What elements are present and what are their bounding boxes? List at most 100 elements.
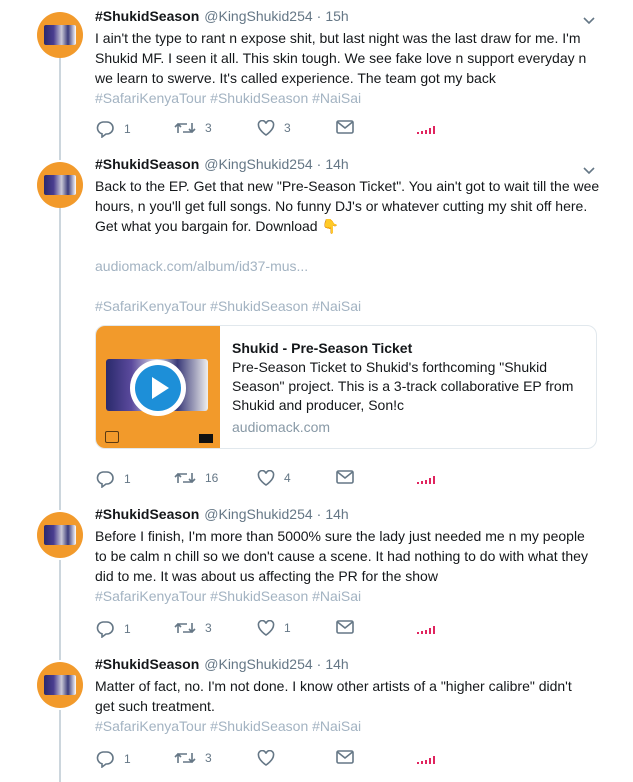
like-button[interactable] — [257, 750, 284, 766]
user-handle[interactable]: @KingShukid254 — [204, 156, 312, 172]
hashtags[interactable]: #SafariKenyaTour #ShukidSeason #NaiSai — [95, 716, 600, 736]
tweet-text-line: Back to the EP. Get that new "Pre-Season… — [95, 178, 600, 194]
timestamp[interactable]: 15h — [325, 8, 348, 24]
tweet-text: Matter of fact, no. I'm not done. I know… — [95, 676, 600, 716]
timestamp[interactable]: 14h — [325, 506, 348, 522]
thread-line — [59, 208, 61, 510]
retweet-button[interactable]: 3 — [174, 120, 212, 136]
tweet-header: #ShukidSeason @KingShukid254 · 14h — [95, 506, 600, 526]
card-description-line: Pre-Season Ticket to Shukid's forthcomin… — [232, 359, 548, 375]
display-name[interactable]: #ShukidSeason — [95, 8, 199, 24]
tweet-link[interactable]: audiomack.com/album/id37-mus... — [95, 256, 600, 276]
direct-message-button[interactable] — [336, 120, 354, 134]
play-icon — [135, 365, 181, 411]
heart-icon — [257, 750, 275, 766]
chevron-down-icon[interactable] — [581, 12, 597, 28]
display-name[interactable]: #ShukidSeason — [95, 156, 199, 172]
heart-icon — [257, 470, 275, 486]
tweet-text: I ain't the type to rant n expose shit, … — [95, 28, 600, 88]
reply-button[interactable]: 1 — [95, 620, 131, 638]
tweet-text-line: to be calm n chill so we don't cause a s… — [95, 548, 588, 564]
reply-icon — [96, 471, 114, 488]
tweet-text: Back to the EP. Get that new "Pre-Season… — [95, 176, 600, 236]
analytics-button[interactable] — [417, 476, 435, 484]
avatar-image — [44, 675, 76, 695]
tweet-text-line: I ain't the type to rant n expose shit, … — [95, 30, 581, 46]
card-description-line: Shukid and producer, Son!c — [232, 397, 405, 413]
hashtags[interactable]: #SafariKenyaTour #ShukidSeason #NaiSai — [95, 88, 600, 108]
parental-advisory-label — [199, 434, 213, 443]
tweet-header: #ShukidSeason @KingShukid254 · 15h — [95, 8, 600, 28]
card-content: Shukid - Pre-Season Ticket Pre-Season Ti… — [232, 338, 582, 437]
card-title[interactable]: Shukid - Pre-Season Ticket — [232, 338, 582, 358]
reply-button[interactable]: 1 — [95, 120, 131, 138]
reply-count: 1 — [124, 752, 131, 766]
like-button[interactable]: 4 — [257, 470, 291, 486]
tweet-header: #ShukidSeason @KingShukid254 · 14h — [95, 156, 600, 176]
tweet-text-line: we learn to swerve. It's called experien… — [95, 70, 496, 86]
user-handle[interactable]: @KingShukid254 — [204, 8, 312, 24]
tweet-text-fragment: Get what you bargain for. Download — [95, 218, 318, 234]
display-name[interactable]: #ShukidSeason — [95, 656, 199, 672]
tweet-actions: 1 3 3 — [95, 120, 440, 140]
retweet-icon — [174, 622, 196, 634]
reply-icon — [96, 621, 114, 638]
user-handle[interactable]: @KingShukid254 — [204, 506, 312, 522]
direct-message-button[interactable] — [336, 750, 354, 764]
separator: · — [316, 506, 322, 522]
hashtags[interactable]: #SafariKenyaTour #ShukidSeason #NaiSai — [95, 586, 600, 606]
avatar[interactable] — [37, 512, 83, 558]
tweet-text-line: hours, n you'll get full songs. No funny… — [95, 198, 588, 214]
like-count: 3 — [284, 121, 291, 135]
card-description: Pre-Season Ticket to Shukid's forthcomin… — [232, 358, 582, 415]
thread-line — [59, 58, 61, 160]
timestamp[interactable]: 14h — [325, 156, 348, 172]
tweet-header: #ShukidSeason @KingShukid254 · 14h — [95, 656, 600, 676]
tweet-text-line: Before I finish, I'm more than 5000% sur… — [95, 528, 585, 544]
signature-logo — [105, 431, 119, 443]
chevron-down-icon[interactable] — [581, 162, 597, 178]
reply-button[interactable]: 1 — [95, 470, 131, 488]
link-card[interactable]: Shukid - Pre-Season Ticket Pre-Season Ti… — [95, 325, 597, 449]
reply-count: 1 — [124, 122, 131, 136]
like-button[interactable]: 3 — [257, 120, 291, 136]
reply-button[interactable]: 1 — [95, 750, 131, 768]
display-name[interactable]: #ShukidSeason — [95, 506, 199, 522]
analytics-icon — [417, 126, 435, 134]
direct-message-button[interactable] — [336, 470, 354, 484]
reply-icon — [96, 751, 114, 768]
retweet-button[interactable]: 16 — [174, 470, 218, 486]
tweet-actions: 1 3 1 — [95, 620, 440, 640]
reply-icon — [96, 121, 114, 138]
avatar[interactable] — [37, 662, 83, 708]
envelope-icon — [336, 750, 354, 764]
analytics-button[interactable] — [417, 626, 435, 634]
hashtags[interactable]: #SafariKenyaTour #ShukidSeason #NaiSai — [95, 296, 600, 316]
analytics-button[interactable] — [417, 126, 435, 134]
retweet-button[interactable]: 3 — [174, 620, 212, 636]
thread-line — [59, 710, 61, 782]
avatar-image — [44, 525, 76, 545]
like-button[interactable]: 1 — [257, 620, 291, 636]
tweet-actions: 1 3 — [95, 750, 440, 770]
play-button[interactable] — [130, 360, 186, 416]
separator: · — [316, 156, 322, 172]
timestamp[interactable]: 14h — [325, 656, 348, 672]
analytics-icon — [417, 626, 435, 634]
thread-line — [59, 560, 61, 660]
like-count: 1 — [284, 621, 291, 635]
separator: · — [316, 8, 322, 24]
card-description-line: Season" project. This is a 3-track colla… — [232, 378, 574, 394]
retweet-button[interactable]: 3 — [174, 750, 212, 766]
pointing-down-emoji: 👇 — [321, 218, 340, 234]
retweet-count: 3 — [205, 751, 212, 765]
reply-count: 1 — [124, 622, 131, 636]
avatar[interactable] — [37, 12, 83, 58]
direct-message-button[interactable] — [336, 620, 354, 634]
user-handle[interactable]: @KingShukid254 — [204, 656, 312, 672]
avatar-image — [44, 25, 76, 45]
analytics-button[interactable] — [417, 756, 435, 764]
card-thumbnail[interactable] — [96, 326, 220, 448]
heart-icon — [257, 620, 275, 636]
avatar[interactable] — [37, 162, 83, 208]
